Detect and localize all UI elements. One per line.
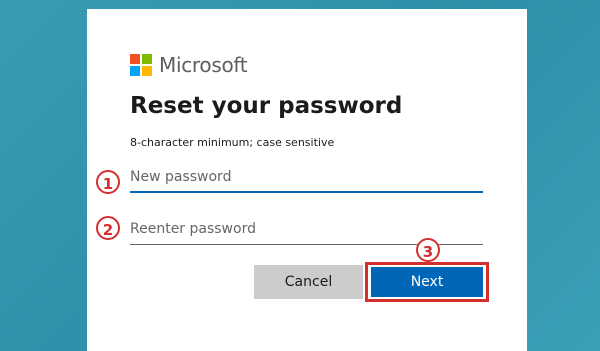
new-password-placeholder: New password bbox=[130, 169, 232, 185]
logo-square-red bbox=[130, 54, 140, 64]
new-password-input[interactable]: New password bbox=[130, 165, 483, 189]
reset-password-card: Microsoft Reset your password 8-characte… bbox=[87, 9, 527, 351]
microsoft-logo-icon bbox=[130, 54, 152, 76]
logo-square-yellow bbox=[142, 66, 152, 76]
logo-square-blue bbox=[130, 66, 140, 76]
step-marker-1: 1 bbox=[96, 170, 120, 194]
cancel-button[interactable]: Cancel bbox=[254, 265, 363, 299]
next-button[interactable]: Next bbox=[371, 267, 483, 297]
password-hint: 8-character minimum; case sensitive bbox=[130, 136, 335, 149]
step-marker-2: 2 bbox=[96, 216, 120, 240]
logo-square-green bbox=[142, 54, 152, 64]
microsoft-logo: Microsoft bbox=[130, 53, 248, 77]
reenter-password-placeholder: Reenter password bbox=[130, 221, 256, 237]
page-title: Reset your password bbox=[130, 93, 403, 119]
brand-name: Microsoft bbox=[159, 53, 248, 77]
step-marker-3: 3 bbox=[416, 238, 440, 262]
new-password-underline bbox=[130, 191, 483, 193]
